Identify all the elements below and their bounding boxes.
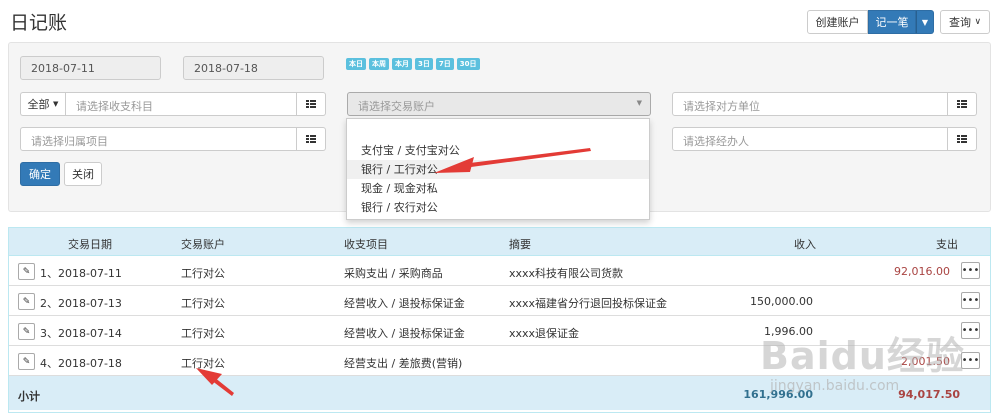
list-icon	[957, 100, 967, 108]
list-icon	[306, 100, 316, 108]
income-subject-list-button[interactable]	[297, 92, 326, 116]
dropdown-option[interactable]: 支付宝 / 支付宝对公	[347, 141, 649, 160]
cell-income: 150,000.00	[750, 295, 813, 308]
list-icon	[957, 135, 967, 143]
counterparty-input[interactable]: 请选择对方单位	[672, 92, 948, 116]
account-dropdown-menu: 支付宝 / 支付宝对公 银行 / 工行对公 现金 / 现金对私 银行 / 农行对…	[346, 118, 650, 220]
header-income: 收入	[794, 238, 816, 251]
income-subject-input[interactable]: 请选择收支科目	[65, 92, 297, 116]
quick-range-3d[interactable]: 3日	[415, 58, 433, 70]
cell-date: 2、2018-07-13	[40, 297, 122, 310]
close-button[interactable]: 关闭	[64, 162, 102, 186]
cell-subject: 经营收入 / 退投标保证金	[344, 327, 465, 340]
record-button[interactable]: 记一笔	[868, 10, 916, 34]
dropdown-option[interactable]: 银行 / 工行对公	[347, 160, 649, 179]
cell-account: 工行对公	[181, 357, 225, 370]
query-label: 查询	[948, 16, 971, 29]
list-icon	[306, 135, 316, 143]
edit-button[interactable]: ✎	[18, 293, 35, 310]
end-date-input[interactable]: 2018-07-18	[183, 56, 324, 80]
query-button[interactable]: 查询 ∨	[940, 10, 990, 34]
account-select-placeholder: 请选择交易账户	[358, 100, 435, 113]
more-button[interactable]: •••	[961, 262, 980, 279]
top-actions: 创建账户 记一笔 ▼ 查询 ∨	[807, 10, 990, 34]
caret-down-icon: ▼	[921, 17, 929, 27]
chevron-down-icon: ∨	[974, 17, 982, 27]
cell-income: 1,996.00	[764, 325, 813, 338]
quick-range-buttons: 本日 本周 本月 3日 7日 30日	[346, 58, 480, 70]
counterparty-field: 请选择对方单位	[672, 92, 977, 116]
cell-account: 工行对公	[181, 327, 225, 340]
quick-range-7d[interactable]: 7日	[435, 58, 454, 70]
more-button[interactable]: •••	[961, 322, 980, 339]
caret-down-icon: ▼	[53, 100, 59, 108]
record-dropdown-toggle[interactable]: ▼	[916, 10, 934, 34]
cell-summary: xxxx退保证金	[509, 327, 580, 340]
edit-icon: ✎	[22, 326, 31, 337]
project-list-button[interactable]	[297, 127, 326, 151]
direction-prefix-label: 全部	[27, 98, 50, 111]
table-row: ✎ 4、2018-07-18 工行对公 经营支出 / 差旅费(营销) 2,001…	[9, 346, 990, 376]
cell-subject: 采购支出 / 采购商品	[344, 267, 443, 280]
quick-range-30d[interactable]: 30日	[456, 58, 480, 70]
header-account: 交易账户	[181, 238, 225, 251]
project-field: 请选择归属项目	[20, 127, 326, 151]
create-account-button[interactable]: 创建账户	[807, 10, 868, 34]
dropdown-option[interactable]: 现金 / 现金对私	[347, 179, 649, 198]
handler-list-button[interactable]	[948, 127, 977, 151]
cell-summary: xxxx科技有限公司货款	[509, 267, 624, 280]
subtotal-label: 小计	[18, 390, 40, 403]
edit-icon: ✎	[22, 266, 31, 277]
cell-account: 工行对公	[181, 297, 225, 310]
cell-summary: xxxx福建省分行退回投标保证金	[509, 297, 668, 310]
direction-prefix-dropdown[interactable]: 全部 ▼	[20, 92, 65, 116]
header-subject: 收支项目	[344, 238, 388, 251]
edit-icon: ✎	[22, 356, 31, 367]
income-subject-field: 全部 ▼ 请选择收支科目	[20, 92, 326, 116]
header-expense: 支出	[936, 238, 958, 251]
select-arrow-icon: ▼	[636, 99, 642, 107]
edit-icon: ✎	[22, 296, 31, 307]
cell-expense: 92,016.00	[894, 265, 950, 278]
handler-input[interactable]: 请选择经办人	[672, 127, 948, 151]
more-button[interactable]: •••	[961, 292, 980, 309]
quick-range-week[interactable]: 本周	[369, 58, 389, 70]
more-button[interactable]: •••	[961, 352, 980, 369]
table-row: ✎ 3、2018-07-14 工行对公 经营收入 / 退投标保证金 xxxx退保…	[9, 316, 990, 346]
edit-button[interactable]: ✎	[18, 323, 35, 340]
cell-account: 工行对公	[181, 267, 225, 280]
journal-table: 交易日期 交易账户 收支项目 摘要 收入 支出 ✎ 1、2018-07-11 工…	[8, 227, 991, 413]
header-summary: 摘要	[509, 238, 531, 251]
subtotal-income: 161,996.00	[743, 388, 813, 401]
cell-subject: 经营支出 / 差旅费(营销)	[344, 357, 463, 370]
start-date-input[interactable]: 2018-07-11	[20, 56, 161, 80]
table-header: 交易日期 交易账户 收支项目 摘要 收入 支出	[9, 228, 990, 256]
project-input[interactable]: 请选择归属项目	[20, 127, 297, 151]
header-date: 交易日期	[68, 238, 112, 251]
cell-date: 3、2018-07-14	[40, 327, 122, 340]
edit-button[interactable]: ✎	[18, 263, 35, 280]
table-row: ✎ 1、2018-07-11 工行对公 采购支出 / 采购商品 xxxx科技有限…	[9, 256, 990, 286]
dropdown-option[interactable]: 银行 / 农行对公	[347, 198, 649, 217]
confirm-button[interactable]: 确定	[20, 162, 60, 186]
handler-field: 请选择经办人	[672, 127, 977, 151]
counterparty-list-button[interactable]	[948, 92, 977, 116]
cell-expense: 2,001.50	[901, 355, 950, 368]
subtotal-row: 小计 161,996.00 94,017.50	[9, 376, 990, 410]
quick-range-month[interactable]: 本月	[392, 58, 412, 70]
cell-date: 4、2018-07-18	[40, 357, 122, 370]
quick-range-today[interactable]: 本日	[346, 58, 366, 70]
subtotal-expense: 94,017.50	[898, 388, 960, 401]
account-select[interactable]: 请选择交易账户 ▼	[347, 92, 651, 116]
edit-button[interactable]: ✎	[18, 353, 35, 370]
cell-date: 1、2018-07-11	[40, 267, 122, 280]
page-title: 日记账	[10, 12, 68, 34]
table-row: ✎ 2、2018-07-13 工行对公 经营收入 / 退投标保证金 xxxx福建…	[9, 286, 990, 316]
cell-subject: 经营收入 / 退投标保证金	[344, 297, 465, 310]
